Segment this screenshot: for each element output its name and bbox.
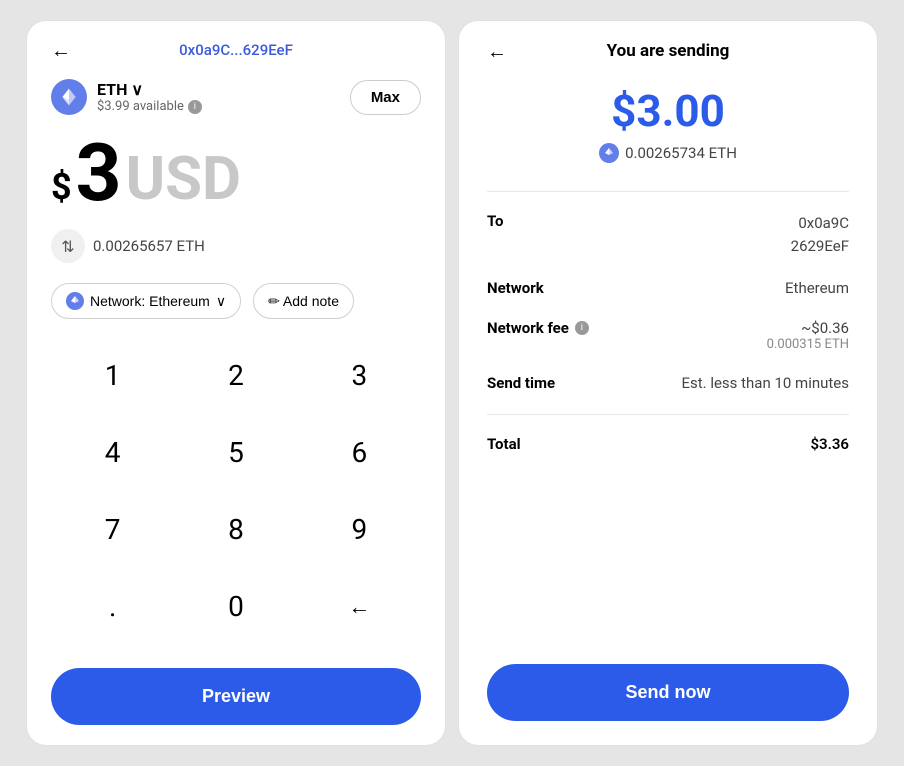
- available-balance: $3.99 available i: [97, 99, 202, 114]
- to-label: To: [487, 212, 504, 230]
- back-button-left[interactable]: ←: [51, 38, 71, 63]
- key-6[interactable]: 6: [298, 420, 421, 484]
- network-detail-label: Network: [487, 279, 544, 297]
- token-info: ETH ∨ $3.99 available i: [51, 79, 202, 115]
- confirm-panel-inner: ← You are sending $3.00 0.00265734 ETH: [487, 41, 849, 721]
- back-button-right[interactable]: ←: [487, 39, 507, 64]
- to-address-line2: 2629EeF: [791, 235, 849, 258]
- fee-info-icon[interactable]: i: [575, 321, 589, 335]
- add-note-button[interactable]: ✏ Add note: [253, 283, 354, 319]
- swap-icon[interactable]: ⇅: [51, 229, 85, 263]
- numpad: 1 2 3 4 5 6 7 8 9 . 0 ←: [51, 343, 421, 652]
- spacer: [487, 481, 849, 664]
- total-value: $3.36: [810, 435, 849, 453]
- confirm-panel: ← You are sending $3.00 0.00265734 ETH: [458, 20, 878, 746]
- amount-currency: USD: [126, 149, 242, 213]
- right-header: ← You are sending: [487, 41, 849, 61]
- sending-amount: $3.00 0.00265734 ETH: [487, 85, 849, 183]
- key-8[interactable]: 8: [174, 498, 297, 562]
- to-address: 0x0a9C 2629EeF: [791, 212, 849, 257]
- to-address-line1: 0x0a9C: [791, 212, 849, 235]
- dollar-sign: $: [51, 169, 72, 213]
- fee-eth-value: 0.000315 ETH: [767, 337, 849, 352]
- fee-row: Network fee i ~$0.36 0.000315 ETH: [487, 319, 849, 352]
- info-icon[interactable]: i: [188, 100, 202, 114]
- key-4[interactable]: 4: [51, 420, 174, 484]
- key-dot[interactable]: .: [51, 575, 174, 639]
- key-7[interactable]: 7: [51, 498, 174, 562]
- sending-eth-icon: [599, 143, 619, 163]
- sending-eth-amount: 0.00265734 ETH: [487, 143, 849, 163]
- amount-display: $ 3 USD: [51, 133, 421, 213]
- options-row: Network: Ethereum ∨ ✏ Add note: [51, 283, 421, 319]
- fee-usd-value: ~$0.36: [767, 319, 849, 337]
- network-detail-value: Ethereum: [785, 279, 849, 297]
- key-backspace[interactable]: ←: [298, 575, 421, 639]
- total-row: Total $3.36: [487, 435, 849, 453]
- preview-button[interactable]: Preview: [51, 668, 421, 725]
- eth-logo: [51, 79, 87, 115]
- left-header: ← 0x0a9C...629EeF: [51, 41, 421, 59]
- token-name-row[interactable]: ETH ∨: [97, 80, 202, 99]
- token-details: ETH ∨ $3.99 available i: [97, 80, 202, 114]
- network-label: Network: Ethereum: [90, 293, 210, 309]
- max-button[interactable]: Max: [350, 80, 421, 115]
- app-container: ← 0x0a9C...629EeF ETH ∨: [0, 0, 904, 766]
- key-1[interactable]: 1: [51, 343, 174, 407]
- token-chevron-icon: ∨: [131, 80, 143, 99]
- network-chevron-icon: ∨: [216, 293, 226, 310]
- send-time-value: Est. less than 10 minutes: [681, 374, 849, 392]
- fee-values: ~$0.36 0.000315 ETH: [767, 319, 849, 352]
- divider: [487, 191, 849, 192]
- to-row: To 0x0a9C 2629EeF: [487, 212, 849, 257]
- token-row: ETH ∨ $3.99 available i Max: [51, 79, 421, 115]
- sending-usd-amount: $3.00: [487, 85, 849, 137]
- eth-equivalent: ⇅ 0.00265657 ETH: [51, 229, 421, 263]
- eth-amount: 0.00265657 ETH: [93, 237, 205, 255]
- network-row: Network Ethereum: [487, 279, 849, 297]
- divider-2: [487, 414, 849, 415]
- network-button[interactable]: Network: Ethereum ∨: [51, 283, 241, 319]
- amount-number: 3: [76, 133, 122, 213]
- token-symbol: ETH: [97, 80, 127, 99]
- fee-label-group: Network fee i: [487, 319, 589, 337]
- total-label: Total: [487, 435, 521, 453]
- send-time-row: Send time Est. less than 10 minutes: [487, 374, 849, 392]
- key-0[interactable]: 0: [174, 575, 297, 639]
- key-5[interactable]: 5: [174, 420, 297, 484]
- key-2[interactable]: 2: [174, 343, 297, 407]
- wallet-address[interactable]: 0x0a9C...629EeF: [179, 41, 293, 59]
- send-time-label: Send time: [487, 374, 555, 392]
- fee-label: Network fee: [487, 319, 569, 337]
- send-panel: ← 0x0a9C...629EeF ETH ∨: [26, 20, 446, 746]
- key-9[interactable]: 9: [298, 498, 421, 562]
- network-eth-icon: [66, 292, 84, 310]
- send-now-button[interactable]: Send now: [487, 664, 849, 721]
- key-3[interactable]: 3: [298, 343, 421, 407]
- confirm-title: You are sending: [607, 41, 730, 61]
- add-note-label: ✏ Add note: [268, 293, 339, 310]
